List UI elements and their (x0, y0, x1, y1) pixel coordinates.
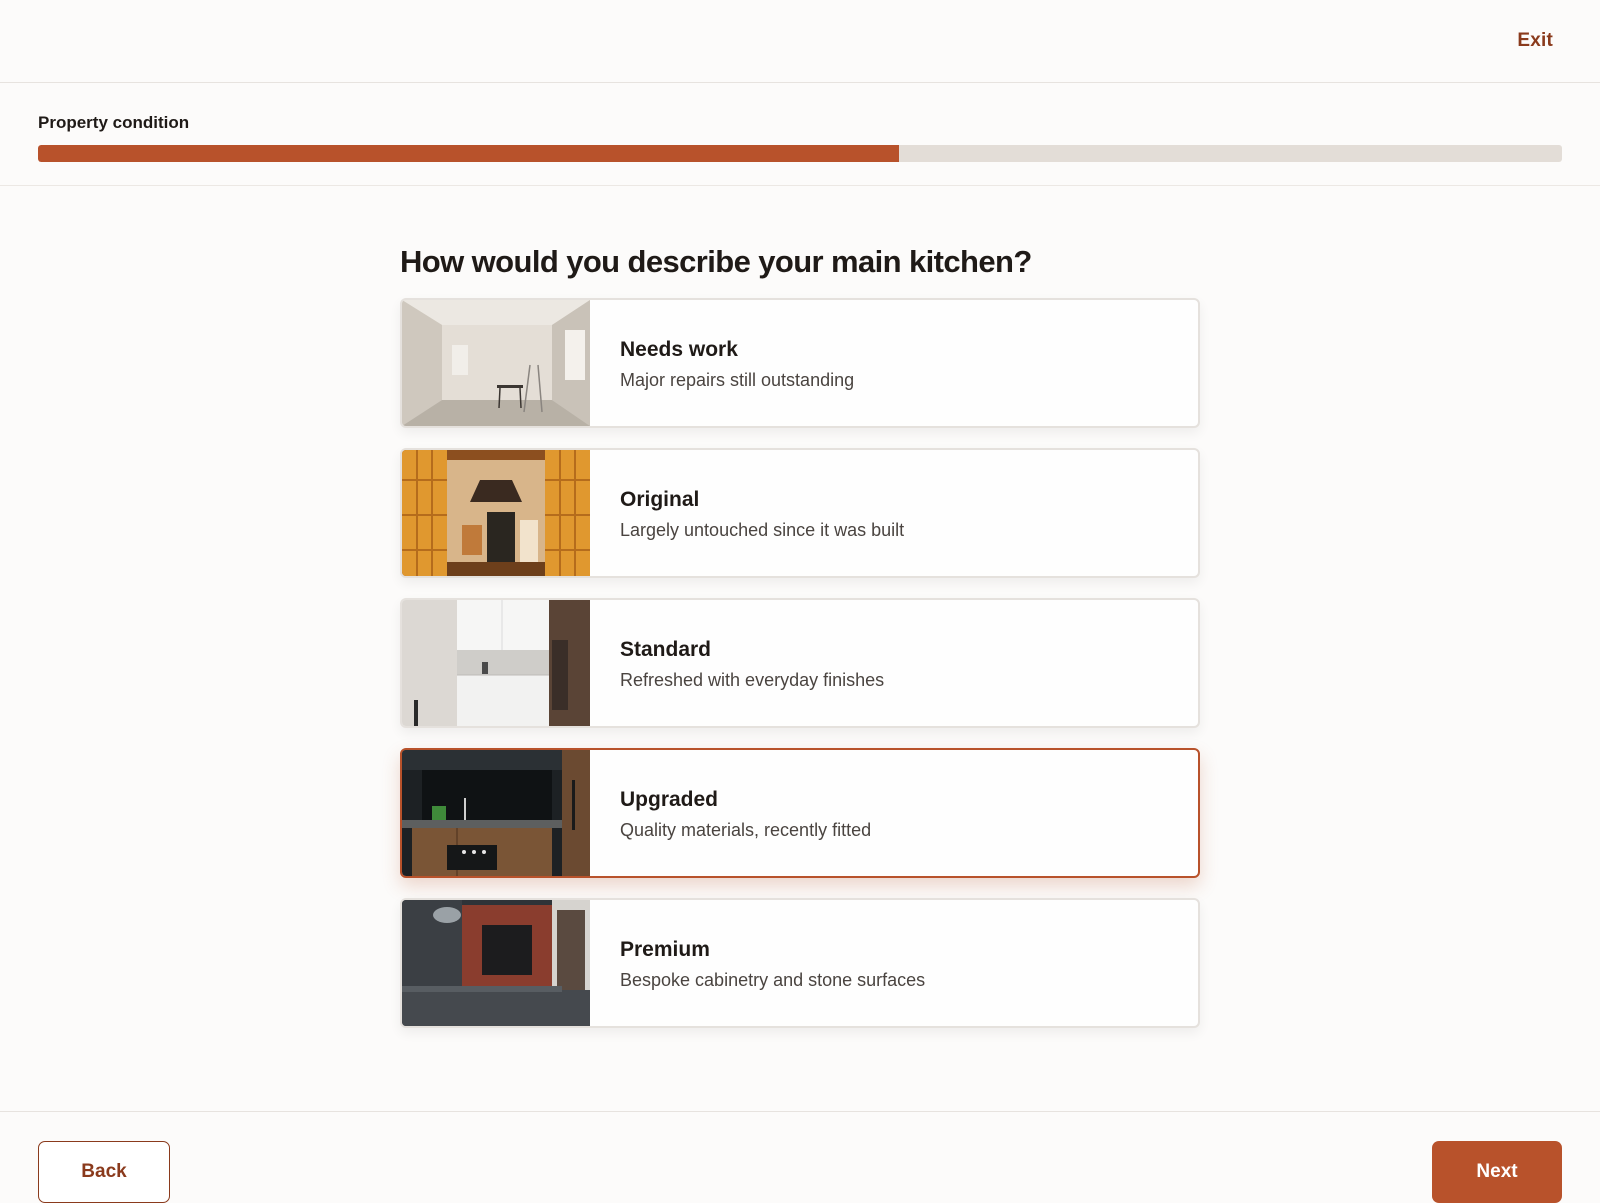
kitchen-photo-original (402, 450, 590, 576)
kitchen-photo-standard (402, 600, 590, 726)
footer-bar: Back Next (0, 1111, 1600, 1203)
option-description: Bespoke cabinetry and stone surfaces (620, 970, 926, 990)
kitchen-photo-upgraded (402, 750, 590, 876)
options-list: Needs work Major repairs still outstandi… (400, 298, 1200, 1028)
option-card-premium[interactable]: Premium Bespoke cabinetry and stone surf… (400, 898, 1200, 1028)
progress-fill (38, 145, 900, 162)
option-title: Upgraded (620, 788, 719, 811)
option-description: Refreshed with everyday finishes (620, 670, 885, 690)
option-title: Needs work (620, 338, 738, 361)
option-description: Major repairs still outstanding (620, 370, 855, 390)
back-button[interactable]: Back (38, 1141, 170, 1203)
question-title: How would you describe your main kitchen… (400, 244, 1032, 279)
kitchen-photo-premium (402, 900, 590, 1026)
exit-link[interactable]: Exit (1517, 30, 1553, 52)
option-title: Premium (620, 938, 710, 961)
option-title: Standard (620, 638, 712, 661)
next-button[interactable]: Next (1432, 1141, 1562, 1203)
progress-track (38, 145, 1562, 162)
option-description: Largely untouched since it was built (620, 520, 905, 540)
question-content: How would you describe your main kitchen… (400, 186, 1200, 1048)
option-card-needs-work[interactable]: Needs work Major repairs still outstandi… (400, 298, 1200, 428)
option-card-upgraded[interactable]: Upgraded Quality materials, recently fit… (400, 748, 1200, 878)
progress-label: Property condition (38, 113, 190, 132)
top-bar: Exit (0, 0, 1600, 83)
option-title: Original (620, 488, 700, 511)
option-card-standard[interactable]: Standard Refreshed with everyday finishe… (400, 598, 1200, 728)
progress-section: Property condition (0, 83, 1600, 186)
option-card-original[interactable]: Original Largely untouched since it was … (400, 448, 1200, 578)
kitchen-photo-needs-work (402, 300, 590, 426)
option-description: Quality materials, recently fitted (620, 820, 872, 840)
